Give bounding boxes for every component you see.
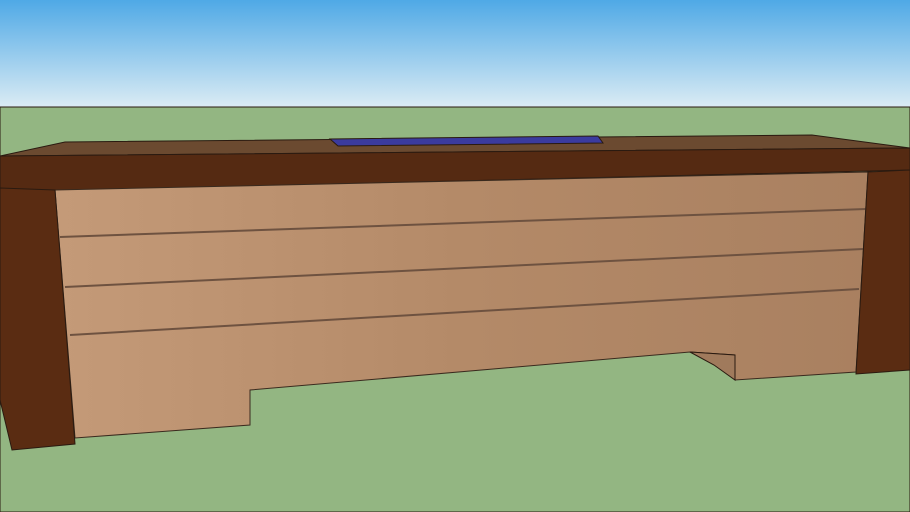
sky [0,0,910,108]
desk-scene [0,0,910,512]
